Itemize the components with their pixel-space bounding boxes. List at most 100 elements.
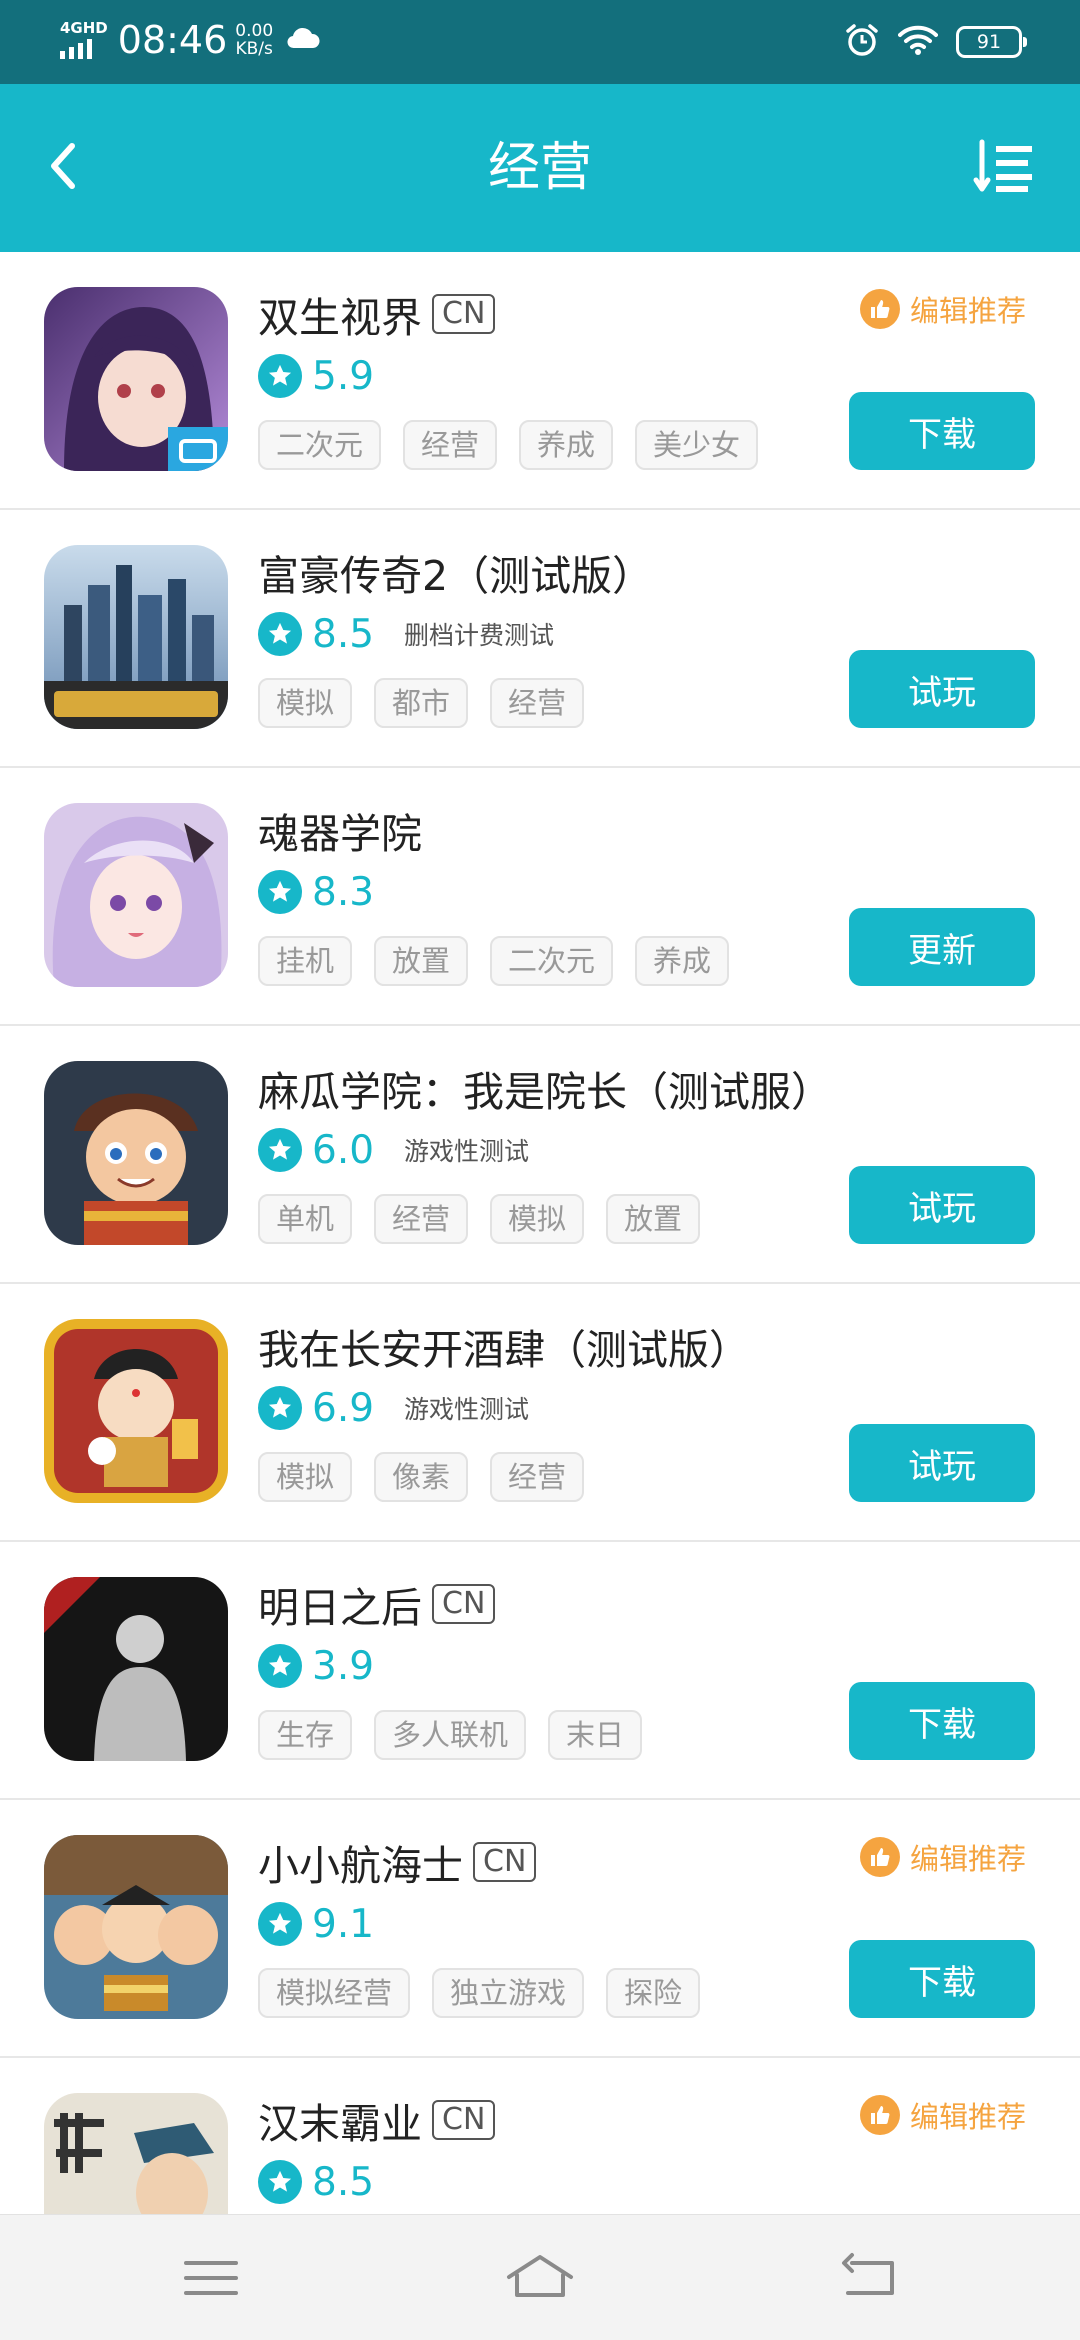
tag-chip[interactable]: 经营	[403, 420, 498, 470]
home-button[interactable]	[505, 2243, 575, 2313]
net-speed: 0.00 KB/s	[235, 22, 273, 58]
tag-list: 二次元 经营 养成 美少女	[258, 420, 759, 470]
app-name[interactable]: 明日之后	[258, 1574, 422, 1634]
cloud-icon	[285, 26, 321, 54]
tag-chip[interactable]: 探险	[606, 1968, 701, 2018]
rating-line: 3.9	[258, 1642, 642, 1690]
rating-line: 8.5	[258, 2158, 495, 2206]
tag-chip[interactable]: 养成	[519, 420, 614, 470]
app-name[interactable]: 魂器学院	[258, 800, 422, 860]
app-list-item[interactable]: 我在长安开酒肆（测试版） 6.9 游戏性测试 模拟 像素 经营 试玩	[0, 1284, 1080, 1542]
app-action-button[interactable]: 试玩	[849, 1424, 1035, 1502]
app-name[interactable]: 我在长安开酒肆（测试版）	[258, 1316, 750, 1376]
tag-list: 挂机 放置 二次元 养成	[258, 936, 730, 986]
app-list-item[interactable]: 明日之后 CN 3.9 生存 多人联机 末日 下载	[0, 1542, 1080, 1800]
test-note: 游戏性测试	[404, 1137, 530, 1166]
tag-chip[interactable]: 单机	[258, 1194, 353, 1244]
rating-score: 9.1	[312, 1901, 375, 1947]
page-title: 经营	[487, 138, 592, 198]
app-list-item[interactable]: 麻瓜学院：我是院长（测试服） 6.0 游戏性测试单机 经营 模拟 放置 试玩	[0, 1026, 1080, 1284]
tag-chip[interactable]: 放置	[606, 1194, 701, 1244]
tag-chip[interactable]: 二次元	[258, 420, 382, 470]
tag-chip[interactable]: 生存	[258, 1710, 353, 1760]
app-name[interactable]: 麻瓜学院：我是院长（测试服）	[258, 1058, 832, 1118]
app-icon[interactable]	[44, 1577, 228, 1761]
tag-chip[interactable]: 经营	[374, 1194, 469, 1244]
region-badge: CN	[432, 1584, 496, 1624]
menu-icon	[184, 2261, 238, 2295]
app-icon[interactable]	[44, 1319, 228, 1503]
app-list-item[interactable]: 富豪传奇2（测试版） 8.5 删档计费测试模拟 都市 经营 试玩	[0, 510, 1080, 768]
tag-chip[interactable]: 模拟	[490, 1194, 585, 1244]
rating-score: 8.5	[312, 611, 375, 657]
sort-button[interactable]	[970, 132, 1040, 202]
sort-list-icon	[973, 139, 1032, 192]
app-icon[interactable]	[44, 545, 228, 729]
test-note: 删档计费测试	[404, 621, 555, 650]
app-info: 双生视界 CN 5.9 二次元 经营 养成 美少女	[258, 288, 759, 470]
app-info: 麻瓜学院：我是院长（测试服） 6.0 游戏性测试 单机 经营 模拟 放置	[258, 1062, 832, 1244]
app-info: 明日之后 CN 3.9 生存 多人联机 末日	[258, 1578, 643, 1760]
app-info: 我在长安开酒肆（测试版） 6.9 游戏性测试 模拟 像素 经营	[258, 1320, 750, 1502]
star-icon	[258, 1128, 302, 1172]
app-list-item[interactable]: 小小航海士 CN 9.1 模拟经营 独立游戏 探险 编辑推荐 下载	[0, 1800, 1080, 2058]
app-action-button[interactable]: 下载	[849, 1940, 1035, 2018]
back-icon	[842, 2253, 894, 2295]
tag-chip[interactable]: 独立游戏	[432, 1968, 585, 2018]
app-action-button[interactable]: 下载	[849, 1682, 1035, 1760]
rating-score: 6.0	[312, 1127, 375, 1173]
tag-chip[interactable]: 模拟	[258, 678, 353, 728]
tag-chip[interactable]: 模拟经营	[258, 1968, 411, 2018]
app-name[interactable]: 双生视界	[258, 284, 422, 344]
app-action-button[interactable]: 更新	[849, 908, 1035, 986]
app-action-button[interactable]: 试玩	[849, 1166, 1035, 1244]
battery-level: 91	[976, 31, 1002, 53]
rating-line: 6.0 游戏性测试	[258, 1126, 832, 1174]
rating-line: 5.9	[258, 352, 758, 400]
status-right: 91	[844, 22, 1027, 62]
thumbs-up-icon	[859, 289, 900, 329]
app-list: 双生视界 CN 5.9 二次元 经营 养成 美少女 编辑推荐 下载 富豪传奇2（测试版） 8.5 删档…	[0, 252, 1080, 2318]
alarm-icon	[844, 22, 880, 62]
tag-chip[interactable]: 二次元	[490, 936, 614, 986]
tag-chip[interactable]: 经营	[490, 1452, 585, 1502]
star-icon	[258, 1644, 302, 1688]
app-name-line: 双生视界 CN	[258, 288, 758, 342]
net-speed-unit: KB/s	[235, 39, 273, 59]
app-info: 富豪传奇2（测试版） 8.5 删档计费测试 模拟 都市 经营	[258, 546, 653, 728]
menu-button[interactable]	[176, 2243, 246, 2313]
tag-chip[interactable]: 多人联机	[374, 1710, 527, 1760]
rating-score: 8.5	[312, 2159, 375, 2205]
tag-chip[interactable]: 美少女	[635, 420, 759, 470]
app-name[interactable]: 富豪传奇2（测试版）	[258, 542, 653, 602]
app-name[interactable]: 汉末霸业	[258, 2090, 422, 2150]
tag-chip[interactable]: 挂机	[258, 936, 353, 986]
app-icon[interactable]	[44, 287, 228, 471]
tag-chip[interactable]: 都市	[374, 678, 469, 728]
tag-chip[interactable]: 经营	[490, 678, 585, 728]
app-icon[interactable]	[44, 1835, 228, 2019]
app-info: 小小航海士 CN 9.1 模拟经营 独立游戏 探险	[258, 1836, 701, 2018]
app-list-item[interactable]: 双生视界 CN 5.9 二次元 经营 养成 美少女 编辑推荐 下载	[0, 252, 1080, 510]
app-list-item[interactable]: 魂器学院 8.3 挂机 放置 二次元 养成 更新	[0, 768, 1080, 1026]
app-info: 魂器学院 8.3 挂机 放置 二次元 养成	[258, 804, 730, 986]
thumbs-up-icon	[859, 2095, 900, 2135]
tag-chip[interactable]: 像素	[374, 1452, 469, 1502]
app-name-line: 明日之后 CN	[258, 1578, 642, 1632]
star-icon	[258, 870, 302, 914]
network-type: 4GHD	[60, 19, 108, 37]
rating-line: 9.1	[258, 1900, 700, 1948]
tag-chip[interactable]: 放置	[374, 936, 469, 986]
app-icon[interactable]	[44, 1061, 228, 1245]
tag-chip[interactable]: 模拟	[258, 1452, 353, 1502]
status-bar: 4GHD 08:46 0.00 KB/s 91	[0, 0, 1080, 84]
app-action-button[interactable]: 下载	[849, 392, 1035, 470]
tag-chip[interactable]: 末日	[548, 1710, 643, 1760]
app-icon[interactable]	[44, 803, 228, 987]
app-name[interactable]: 小小航海士	[258, 1832, 463, 1892]
editor-recommend-badge: 编辑推荐	[859, 1836, 1026, 1878]
tag-chip[interactable]: 养成	[635, 936, 730, 986]
system-back-button[interactable]	[836, 2243, 906, 2313]
rating-line: 8.3	[258, 868, 729, 916]
app-action-button[interactable]: 试玩	[849, 650, 1035, 728]
